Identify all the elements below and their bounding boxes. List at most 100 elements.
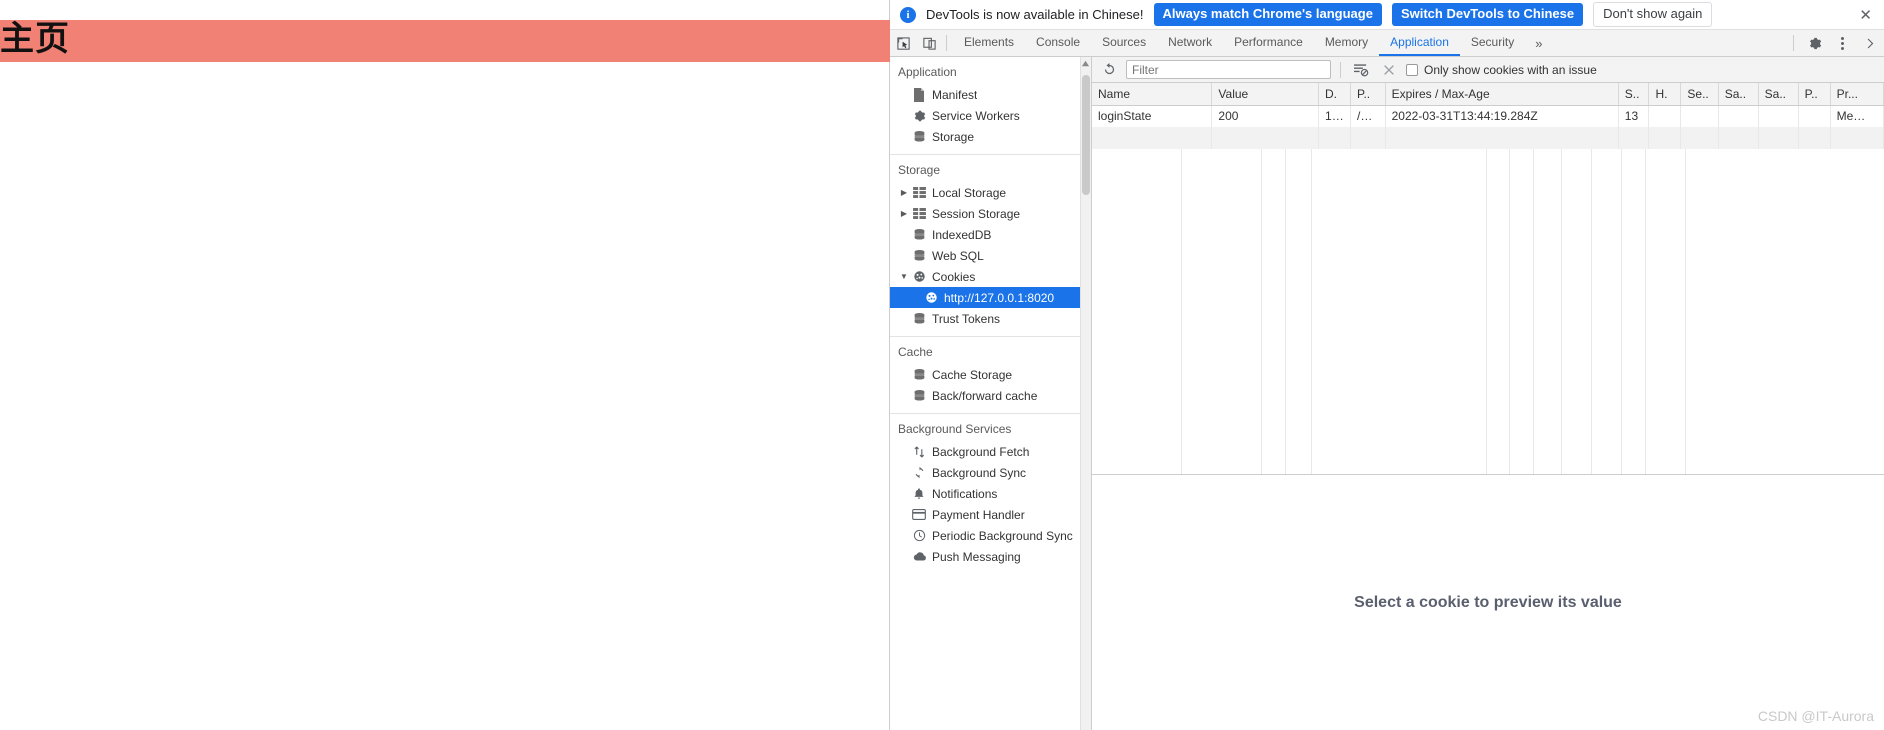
sidebar-item-push-messaging[interactable]: Push Messaging xyxy=(890,546,1081,567)
refresh-icon[interactable] xyxy=(1098,62,1120,77)
switch-devtools-to-chinese-button[interactable]: Switch DevTools to Chinese xyxy=(1391,3,1584,26)
chevron-double-right-icon[interactable]: » xyxy=(1525,30,1552,56)
sidebar-item-label: Session Storage xyxy=(932,206,1021,221)
sidebar-item-label: http://127.0.0.1:8020 xyxy=(944,290,1055,305)
sidebar-section-title: Storage xyxy=(898,163,941,177)
filter-input[interactable] xyxy=(1126,60,1331,79)
empty-col xyxy=(1646,149,1686,474)
table-row-empty xyxy=(1092,127,1884,149)
device-toolbar-icon[interactable] xyxy=(916,30,942,56)
column-header-httponly[interactable]: H. xyxy=(1648,83,1682,106)
column-header-secure[interactable]: Se.. xyxy=(1680,83,1719,106)
sidebar-item-label: Notifications xyxy=(932,486,998,501)
close-icon[interactable]: ✕ xyxy=(1855,6,1876,24)
empty-col xyxy=(1262,149,1286,474)
tab-sources[interactable]: Sources xyxy=(1091,30,1157,56)
cookie-icon xyxy=(910,270,928,283)
sidebar-item-service-workers[interactable]: Service Workers xyxy=(890,105,1081,126)
empty-col xyxy=(1182,149,1262,474)
tab-security[interactable]: Security xyxy=(1460,30,1525,56)
cell-priority: Me… xyxy=(1830,105,1884,127)
column-header-size[interactable]: S.. xyxy=(1618,83,1650,106)
column-header-value[interactable]: Value xyxy=(1211,83,1320,106)
scrollbar-thumb[interactable] xyxy=(1082,75,1090,195)
chevron-right-icon[interactable]: ▶ xyxy=(898,188,910,197)
column-header-samesite2[interactable]: Sa.. xyxy=(1758,83,1799,106)
sidebar-item-notifications[interactable]: Notifications xyxy=(890,483,1081,504)
clear-all-cookies-icon[interactable] xyxy=(1378,63,1400,77)
chevron-down-icon[interactable]: ▼ xyxy=(898,272,910,281)
kebab-menu-icon[interactable] xyxy=(1828,30,1856,56)
sidebar-item-cookies[interactable]: ▼ Cookies xyxy=(890,266,1081,287)
sidebar-item-background-fetch[interactable]: Background Fetch xyxy=(890,441,1081,462)
database-icon xyxy=(910,389,928,402)
sidebar-item-label: Local Storage xyxy=(932,185,1007,200)
infobar-message: DevTools is now available in Chinese! xyxy=(926,7,1144,22)
table-row[interactable]: loginState 200 1… /… 2022-03-31T13:44:19… xyxy=(1092,105,1884,127)
column-header-samesite[interactable]: Sa.. xyxy=(1718,83,1759,106)
sidebar-item-storage[interactable]: Storage xyxy=(890,126,1081,147)
sidebar-item-label: Background Sync xyxy=(932,465,1027,480)
tab-performance[interactable]: Performance xyxy=(1223,30,1314,56)
sidebar-item-cache-storage[interactable]: Cache Storage xyxy=(890,364,1081,385)
sidebar-item-label: Back/forward cache xyxy=(932,388,1038,403)
sidebar-item-trust-tokens[interactable]: Trust Tokens xyxy=(890,308,1081,329)
cell-empty xyxy=(1092,127,1213,149)
cell-secure xyxy=(1680,105,1719,127)
sidebar-item-periodic-background-sync[interactable]: Periodic Background Sync xyxy=(890,525,1081,546)
column-header-expires[interactable]: Expires / Max-Age xyxy=(1385,83,1619,106)
always-match-chrome-language-button[interactable]: Always match Chrome's language xyxy=(1153,3,1382,26)
toolbar-divider xyxy=(946,35,947,51)
cell-empty xyxy=(1318,127,1351,149)
column-header-priority[interactable]: Pr... xyxy=(1830,83,1884,106)
sidebar-item-indexeddb[interactable]: IndexedDB xyxy=(890,224,1081,245)
sidebar-item-manifest[interactable]: Manifest xyxy=(890,84,1081,105)
checkbox-label: Only show cookies with an issue xyxy=(1424,62,1597,77)
sidebar-item-label: IndexedDB xyxy=(932,227,992,242)
cell-samesite2 xyxy=(1758,105,1799,127)
cookies-table-wrapper: Name Value D. P.. Expires / Max-Age S.. … xyxy=(1092,83,1884,475)
sidebar-item-background-sync[interactable]: Background Sync xyxy=(890,462,1081,483)
tab-application[interactable]: Application xyxy=(1379,30,1460,56)
gear-icon[interactable] xyxy=(1800,30,1828,56)
sidebar-item-payment-handler[interactable]: Payment Handler xyxy=(890,504,1081,525)
column-header-name[interactable]: Name xyxy=(1092,83,1213,106)
empty-col xyxy=(1510,149,1534,474)
vertical-scrollbar[interactable] xyxy=(1080,57,1091,730)
inspect-element-icon[interactable] xyxy=(890,30,916,56)
table-empty-columns xyxy=(1092,149,1884,474)
cell-httponly xyxy=(1648,105,1682,127)
sidebar-item-label: Manifest xyxy=(932,87,978,102)
only-show-issue-cookies-checkbox[interactable]: Only show cookies with an issue xyxy=(1406,63,1597,77)
dont-show-again-button[interactable]: Don't show again xyxy=(1593,2,1713,27)
tab-memory[interactable]: Memory xyxy=(1314,30,1379,56)
sidebar-section-title: Background Services xyxy=(898,422,1012,436)
chevron-right-icon[interactable]: ▶ xyxy=(898,209,910,218)
clear-filtered-cookies-icon[interactable] xyxy=(1350,63,1372,77)
sidebar-scroll-region: Application Manifest Service Workers Sto… xyxy=(890,57,1081,730)
close-devtools-icon[interactable] xyxy=(1856,30,1884,56)
sidebar-item-local-storage[interactable]: ▶ Local Storage xyxy=(890,182,1081,203)
bell-icon xyxy=(910,487,928,501)
tab-console[interactable]: Console xyxy=(1025,30,1091,56)
sidebar-item-cookie-origin[interactable]: http://127.0.0.1:8020 xyxy=(890,287,1081,308)
sidebar-item-label: Push Messaging xyxy=(932,549,1021,564)
sidebar-item-back-forward-cache[interactable]: Back/forward cache xyxy=(890,385,1081,406)
database-icon xyxy=(910,368,928,381)
cookies-toolbar: Only show cookies with an issue xyxy=(1092,57,1884,83)
scroll-up-arrow-icon[interactable] xyxy=(1081,59,1090,68)
sidebar-item-web-sql[interactable]: Web SQL xyxy=(890,245,1081,266)
tab-elements[interactable]: Elements xyxy=(953,30,1025,56)
column-header-domain[interactable]: D. xyxy=(1318,83,1351,106)
cloud-icon xyxy=(910,551,928,562)
tab-network[interactable]: Network xyxy=(1157,30,1223,56)
column-header-path[interactable]: P.. xyxy=(1350,83,1386,106)
sidebar-item-session-storage[interactable]: ▶ Session Storage xyxy=(890,203,1081,224)
checkbox-box[interactable] xyxy=(1406,63,1418,76)
cookie-preview-pane: Select a cookie to preview its value CSD… xyxy=(1092,475,1884,730)
database-icon xyxy=(910,312,928,325)
devtools-language-infobar: i DevTools is now available in Chinese! … xyxy=(890,0,1884,30)
column-header-partition[interactable]: P.. xyxy=(1798,83,1831,106)
table-header-row: Name Value D. P.. Expires / Max-Age S.. … xyxy=(1092,83,1884,106)
cell-empty xyxy=(1350,127,1386,149)
